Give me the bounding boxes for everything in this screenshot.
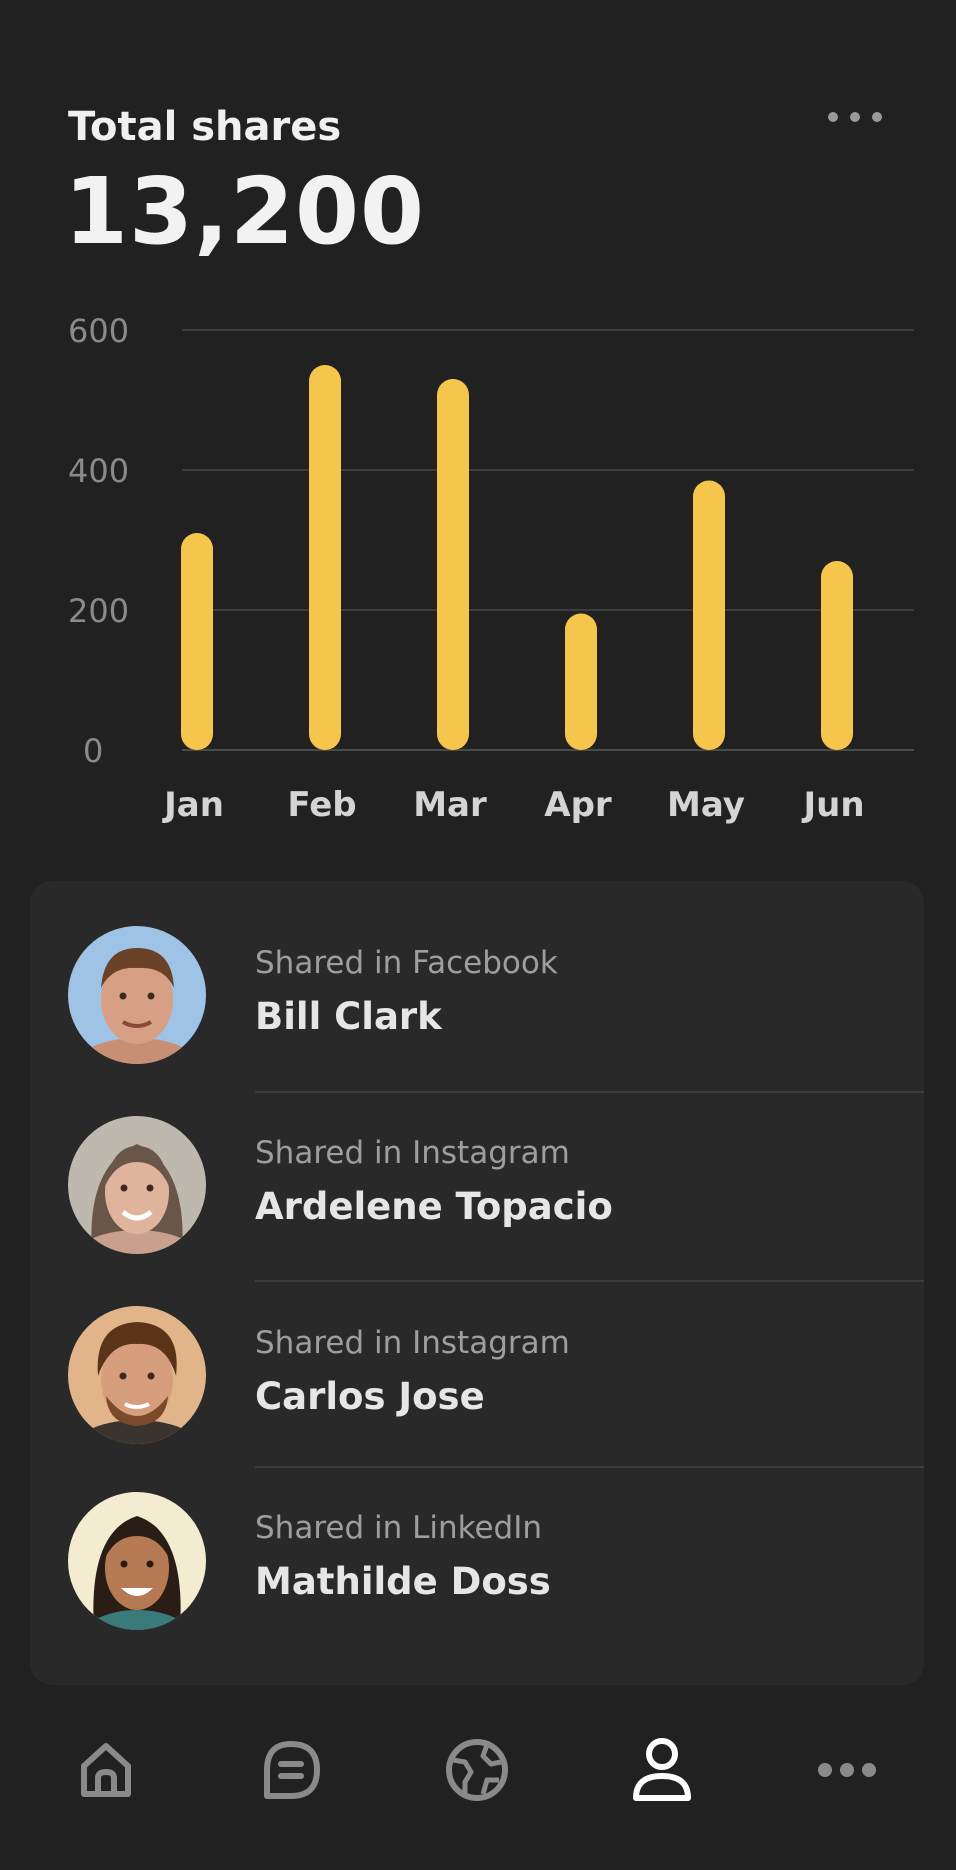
shares-list-card: Shared in Facebook Bill Clark Shared in … [30, 881, 924, 1685]
sharer-name: Ardelene Topacio [255, 1185, 613, 1228]
y-tick-label: 200 [68, 592, 129, 630]
y-tick-label: 400 [68, 452, 129, 490]
sharer-name: Mathilde Doss [255, 1560, 551, 1603]
dot [872, 112, 882, 122]
x-tick-label: May [667, 785, 745, 825]
share-network: Shared in Instagram [255, 1135, 570, 1171]
y-tick-label: 0 [83, 732, 103, 770]
dot [828, 112, 838, 122]
total-shares-value: 13,200 [64, 158, 426, 265]
bar-apr[interactable] [565, 613, 597, 751]
profile-icon [633, 1738, 691, 1801]
avatar [68, 1116, 206, 1254]
x-tick-label: Jun [801, 785, 864, 825]
more-icon [818, 1763, 876, 1777]
nav-messages[interactable] [241, 1710, 341, 1830]
y-tick-label: 600 [68, 312, 129, 350]
dot [850, 112, 860, 122]
bar-jan[interactable] [181, 533, 213, 750]
nav-explore[interactable] [427, 1710, 527, 1830]
nav-home[interactable] [56, 1710, 156, 1830]
x-tick-label: Feb [287, 785, 356, 825]
x-tick-label: Jan [162, 785, 224, 825]
bottom-navigation [0, 1710, 956, 1830]
globe-icon [446, 1739, 508, 1801]
avatar [68, 1306, 206, 1444]
list-item[interactable]: Shared in Instagram Ardelene Topacio [30, 1093, 924, 1283]
avatar [68, 1492, 206, 1630]
nav-profile[interactable] [612, 1710, 712, 1830]
chat-icon [264, 1741, 320, 1799]
share-network: Shared in LinkedIn [255, 1510, 543, 1546]
bar-mar[interactable] [437, 379, 469, 750]
home-icon [81, 1743, 131, 1797]
bar-feb[interactable] [309, 365, 341, 750]
shares-bar-chart: 0 200 400 600 Jan Feb Mar Apr May Jun [68, 312, 914, 825]
list-item[interactable]: Shared in Facebook Bill Clark [30, 881, 924, 1093]
avatar [68, 926, 206, 1064]
nav-more[interactable] [797, 1710, 897, 1830]
options-menu-button[interactable] [828, 100, 882, 134]
list-item[interactable]: Shared in Instagram Carlos Jose [30, 1282, 924, 1472]
page-title: Total shares [68, 104, 342, 150]
share-network: Shared in Instagram [255, 1325, 570, 1361]
bar-may[interactable] [693, 480, 725, 751]
x-tick-label: Apr [544, 785, 612, 825]
sharer-name: Bill Clark [255, 995, 442, 1038]
sharer-name: Carlos Jose [255, 1375, 485, 1418]
share-network: Shared in Facebook [255, 945, 558, 981]
list-item[interactable]: Shared in LinkedIn Mathilde Doss [30, 1468, 924, 1658]
bar-jun[interactable] [821, 561, 853, 750]
x-tick-label: Mar [413, 785, 487, 825]
